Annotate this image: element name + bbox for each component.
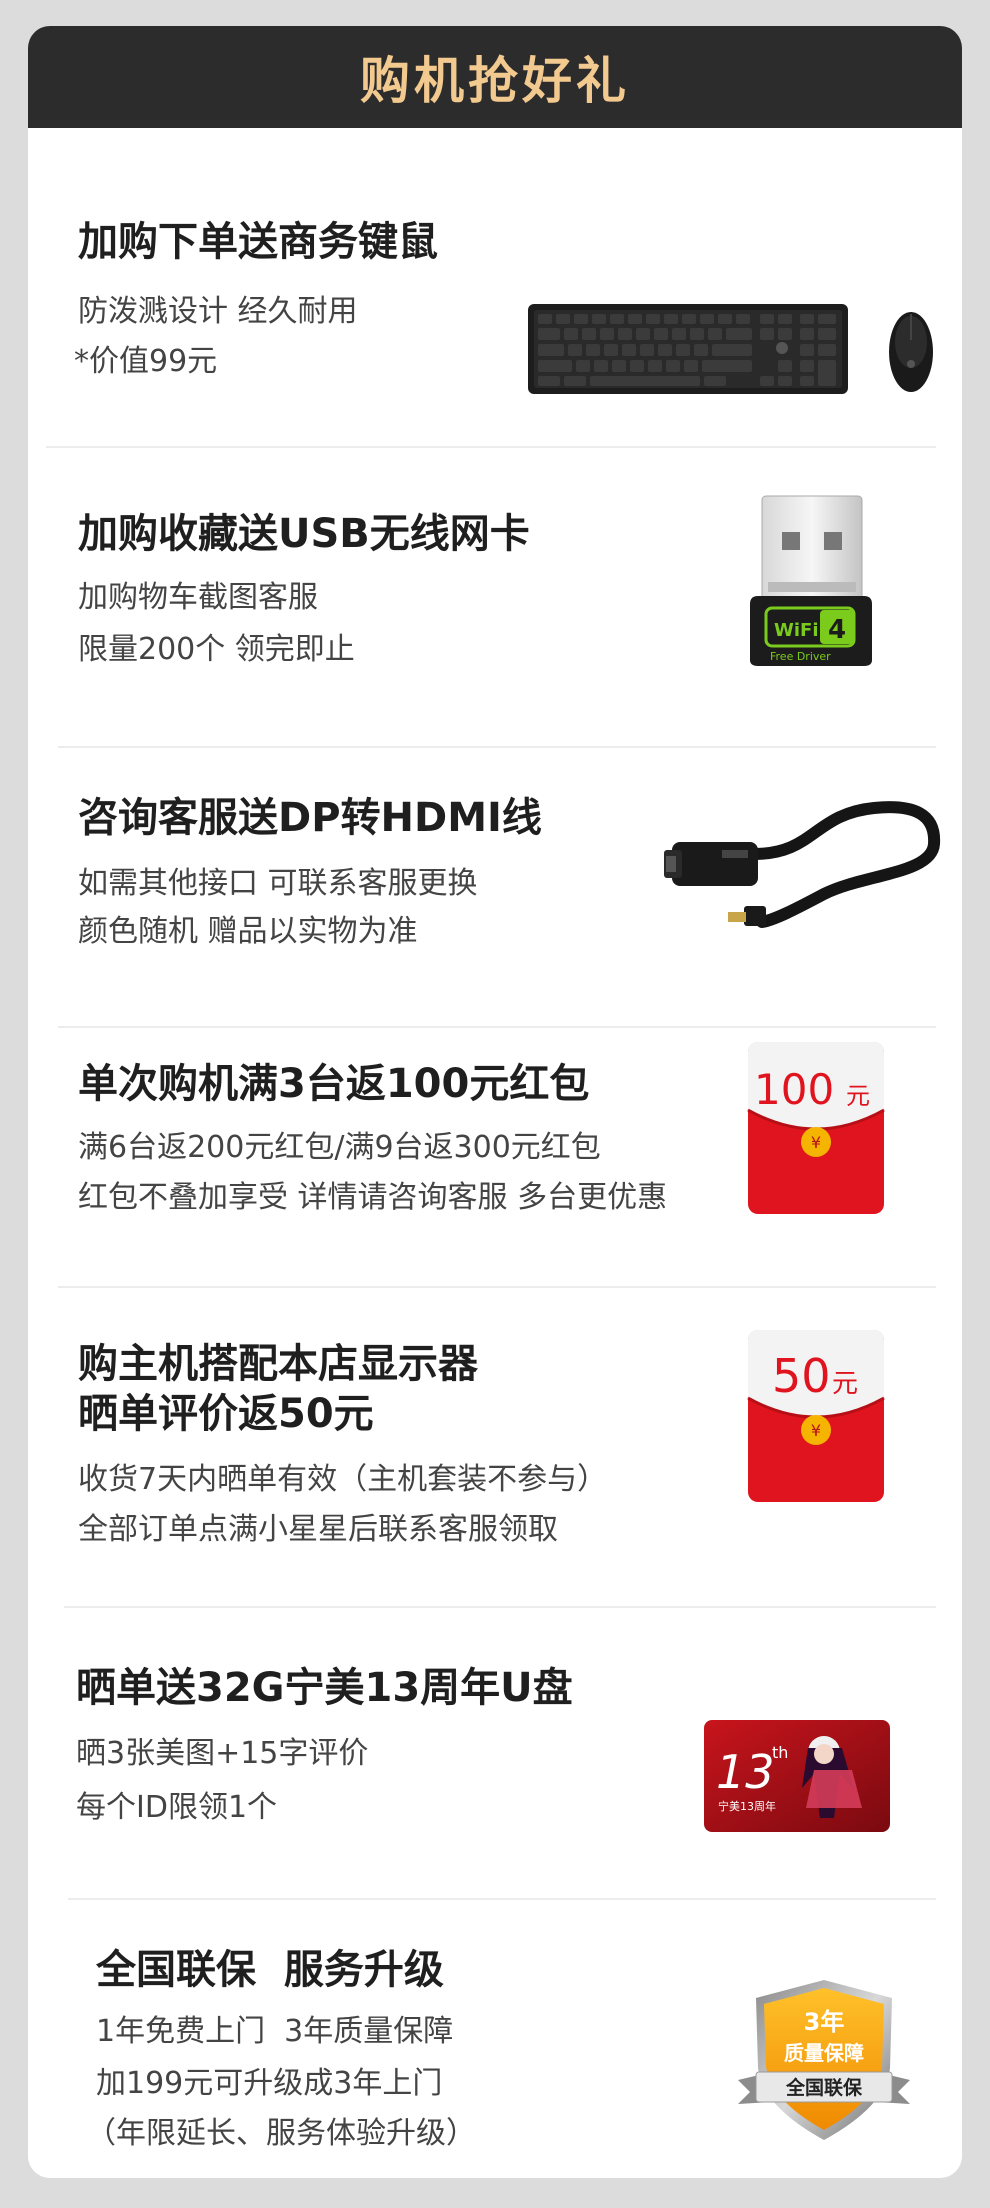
gift-desc-line: 红包不叠加享受 详情请咨询客服 多台更优惠 [78,1180,668,1215]
gift-desc-line: （年限延长、服务体验升级） [86,2116,476,2151]
gift-title: 加购收藏送USB无线网卡 [78,511,530,557]
gift-title: 晒单送32G宁美13周年U盘 [76,1665,573,1711]
warranty-badge-image: 3年 质量保障 全国联保 [738,1980,910,2140]
header-title: 购机抢好礼 [360,52,630,110]
badge-label: 质量保障 [784,2041,864,2065]
promo-card: 购机抢好礼 加购下单送商务键鼠 防泼溅设计 经久耐用 *价值99元 加购收藏送U… [28,26,962,2178]
gift-desc-line: 每个ID限领1个 [76,1790,278,1825]
gift-desc-line: 收货7天内晒单有效（主机套装不参与） [78,1462,608,1497]
wifi-label: WiFi [774,620,819,641]
red-envelope-100-image: 100 元 ¥ [747,1042,885,1214]
gift-desc-line: 如需其他接口 可联系客服更换 [78,866,478,901]
gift-title: 咨询客服送DP转HDMI线 [78,795,542,841]
red-envelope-50-image: 50 元 ¥ [747,1330,885,1502]
gift-desc-line: 晒3张美图+15字评价 [76,1736,369,1771]
gift-item-red-envelope-50: 购主机搭配本店显示器 晒单评价返50元 收货7天内晒单有效（主机套装不参与） 全… [28,1288,962,1608]
wifi-number: 4 [828,615,846,645]
gift-desc-line: 全部订单点满小星星后联系客服领取 [78,1512,558,1547]
gift-desc-line: 满6台返200元红包/满9台返300元红包 [78,1130,601,1165]
envelope-unit: 元 [832,1369,858,1399]
anniversary-suffix: th [772,1743,788,1762]
gift-title: 全国联保 服务升级 [96,1947,444,1993]
gift-desc-line: 限量200个 领完即止 [78,632,355,667]
gift-desc-line: 1年免费上门 3年质量保障 [96,2014,454,2049]
gift-title: 购主机搭配本店显示器 [78,1341,478,1387]
gift-desc-line: 颜色随机 赠品以实物为准 [78,914,418,949]
gift-desc-line: *价值99元 [74,344,218,379]
usb-wifi-adapter-image: WiFi 4 Free Driver [750,495,872,666]
usb-drive-13th-image: 13 th 宁美13周年 [704,1720,890,1832]
gift-desc-line: 防泼溅设计 经久耐用 [78,294,358,329]
gift-title: 加购下单送商务键鼠 [78,219,438,265]
gift-item-keyboard-mouse: 加购下单送商务键鼠 防泼溅设计 经久耐用 *价值99元 [28,128,962,448]
header-banner: 购机抢好礼 [28,26,962,128]
gift-item-usb-wifi: 加购收藏送USB无线网卡 加购物车截图客服 限量200个 领完即止 WiFi 4… [28,448,962,748]
envelope-amount: 50 [772,1349,831,1403]
gift-item-red-envelope-100: 单次购机满3台返100元红包 满6台返200元红包/满9台返300元红包 红包不… [28,1028,962,1288]
gift-title: 单次购机满3台返100元红包 [78,1061,590,1107]
gift-title-line2: 晒单评价返50元 [78,1391,374,1437]
badge-ribbon-text: 全国联保 [785,2076,863,2099]
keyboard-mouse-image [528,304,933,394]
yuan-coin-icon: ¥ [811,1421,821,1440]
gift-item-dp-hdmi: 咨询客服送DP转HDMI线 如需其他接口 可联系客服更换 颜色随机 赠品以实物为… [28,748,962,1028]
anniversary-label: 宁美13周年 [718,1799,776,1813]
envelope-unit: 元 [846,1082,870,1110]
gift-desc-line: 加199元可升级成3年上门 [96,2066,443,2101]
yuan-coin-icon: ¥ [811,1133,821,1152]
anniversary-number: 13 [716,1745,775,1799]
gift-desc-line: 加购物车截图客服 [78,580,318,615]
badge-years: 3年 [804,2008,845,2036]
dp-hdmi-cable-image [664,801,941,928]
free-driver-label: Free Driver [770,650,831,663]
envelope-amount: 100 [754,1065,834,1114]
gift-item-usb-drive: 晒单送32G宁美13周年U盘 晒3张美图+15字评价 每个ID限领1个 13 t… [28,1608,962,1900]
gift-item-warranty: 全国联保 服务升级 1年免费上门 3年质量保障 加199元可升级成3年上门 （年… [28,1900,962,2178]
